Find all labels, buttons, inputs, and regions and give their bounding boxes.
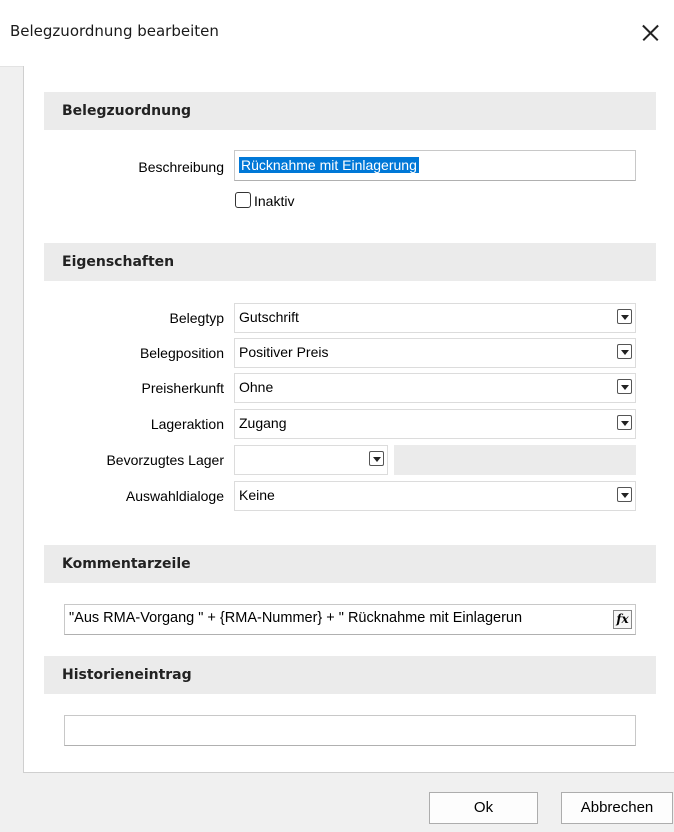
section-header-eigenschaften: Eigenschaften bbox=[44, 243, 656, 281]
bevorzugtes-lager-detail-field bbox=[394, 445, 636, 475]
belegposition-label: Belegposition bbox=[139, 345, 224, 361]
section-header-historieneintrag: Historieneintrag bbox=[44, 656, 656, 694]
ok-button[interactable]: Ok bbox=[429, 792, 538, 824]
beschreibung-value: Rücknahme mit Einlagerung bbox=[239, 157, 419, 173]
lageraktion-dropdown[interactable]: Zugang bbox=[234, 409, 636, 439]
beschreibung-label: Beschreibung bbox=[138, 159, 224, 175]
title-bar: Belegzuordnung bearbeiten bbox=[0, 0, 674, 67]
kommentar-value: "Aus RMA-Vorgang " + {RMA-Nummer} + " Rü… bbox=[69, 610, 523, 626]
window-title: Belegzuordnung bearbeiten bbox=[10, 22, 219, 40]
inaktiv-checkbox[interactable] bbox=[235, 192, 251, 208]
lageraktion-label: Lageraktion bbox=[150, 416, 224, 432]
chevron-down-icon[interactable] bbox=[617, 344, 632, 359]
historieneintrag-input[interactable] bbox=[64, 715, 636, 746]
belegposition-dropdown[interactable]: Positiver Preis bbox=[234, 338, 636, 368]
beschreibung-input[interactable]: Rücknahme mit Einlagerung bbox=[234, 150, 636, 181]
bevorzugtes-lager-label: Bevorzugtes Lager bbox=[106, 452, 224, 468]
lageraktion-value: Zugang bbox=[239, 415, 287, 431]
auswahldialoge-value: Keine bbox=[239, 487, 275, 503]
preisherkunft-value: Ohne bbox=[239, 379, 274, 395]
belegposition-value: Positiver Preis bbox=[239, 344, 329, 360]
cancel-button[interactable]: Abbrechen bbox=[561, 792, 673, 824]
inaktiv-label: Inaktiv bbox=[254, 193, 295, 209]
chevron-down-icon[interactable] bbox=[617, 487, 632, 502]
chevron-down-icon[interactable] bbox=[617, 379, 632, 394]
section-header-belegzuordnung: Belegzuordnung bbox=[44, 92, 656, 130]
preisherkunft-dropdown[interactable]: Ohne bbox=[234, 373, 636, 403]
section-header-kommentarzeile: Kommentarzeile bbox=[44, 545, 656, 583]
auswahldialoge-dropdown[interactable]: Keine bbox=[234, 481, 636, 511]
bevorzugtes-lager-dropdown[interactable] bbox=[234, 445, 388, 475]
dialog-content-panel: Belegzuordnung Beschreibung Rücknahme mi… bbox=[23, 66, 674, 773]
chevron-down-icon[interactable] bbox=[617, 415, 632, 430]
belegtyp-label: Belegtyp bbox=[169, 310, 224, 326]
kommentar-input[interactable]: "Aus RMA-Vorgang " + {RMA-Nummer} + " Rü… bbox=[64, 604, 636, 635]
preisherkunft-label: Preisherkunft bbox=[141, 380, 224, 396]
close-icon[interactable] bbox=[636, 18, 666, 48]
chevron-down-icon[interactable] bbox=[369, 451, 384, 466]
formula-fx-icon[interactable]: fx bbox=[613, 610, 632, 629]
chevron-down-icon[interactable] bbox=[617, 309, 632, 324]
auswahldialoge-label: Auswahldialoge bbox=[125, 488, 224, 504]
belegtyp-value: Gutschrift bbox=[239, 309, 299, 325]
belegtyp-dropdown[interactable]: Gutschrift bbox=[234, 303, 636, 333]
